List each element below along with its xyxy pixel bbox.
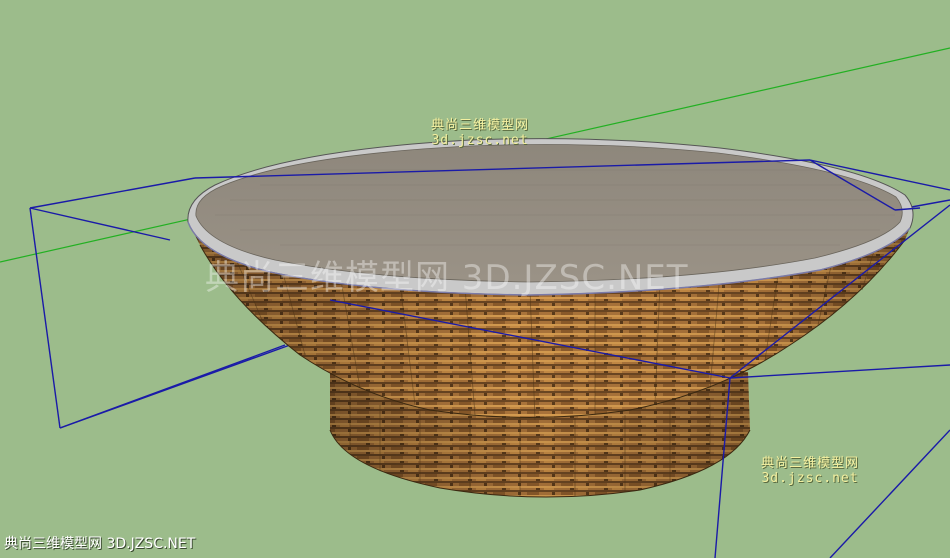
- watermark-bottom: 典尚三维模型网 3D.JZSC.NET: [4, 536, 196, 552]
- watermark-right-line2: 3d.jzsc.net: [761, 471, 859, 486]
- watermark-top: 典尚三维模型网 3d.jzsc.net: [405, 118, 555, 148]
- watermark-right-line1: 典尚三维模型网: [760, 456, 859, 471]
- sketchup-viewport[interactable]: 典尚三维模型网 3d.jzsc.net 典尚三维模型网 3D.JZSC.NET …: [0, 0, 950, 558]
- watermark-center: 典尚三维模型网 3D.JZSC.NET: [205, 258, 689, 298]
- watermark-right: 典尚三维模型网 3d.jzsc.net: [735, 456, 885, 486]
- watermark-top-line2: 3d.jzsc.net: [431, 133, 529, 148]
- watermark-top-line1: 典尚三维模型网: [430, 118, 529, 133]
